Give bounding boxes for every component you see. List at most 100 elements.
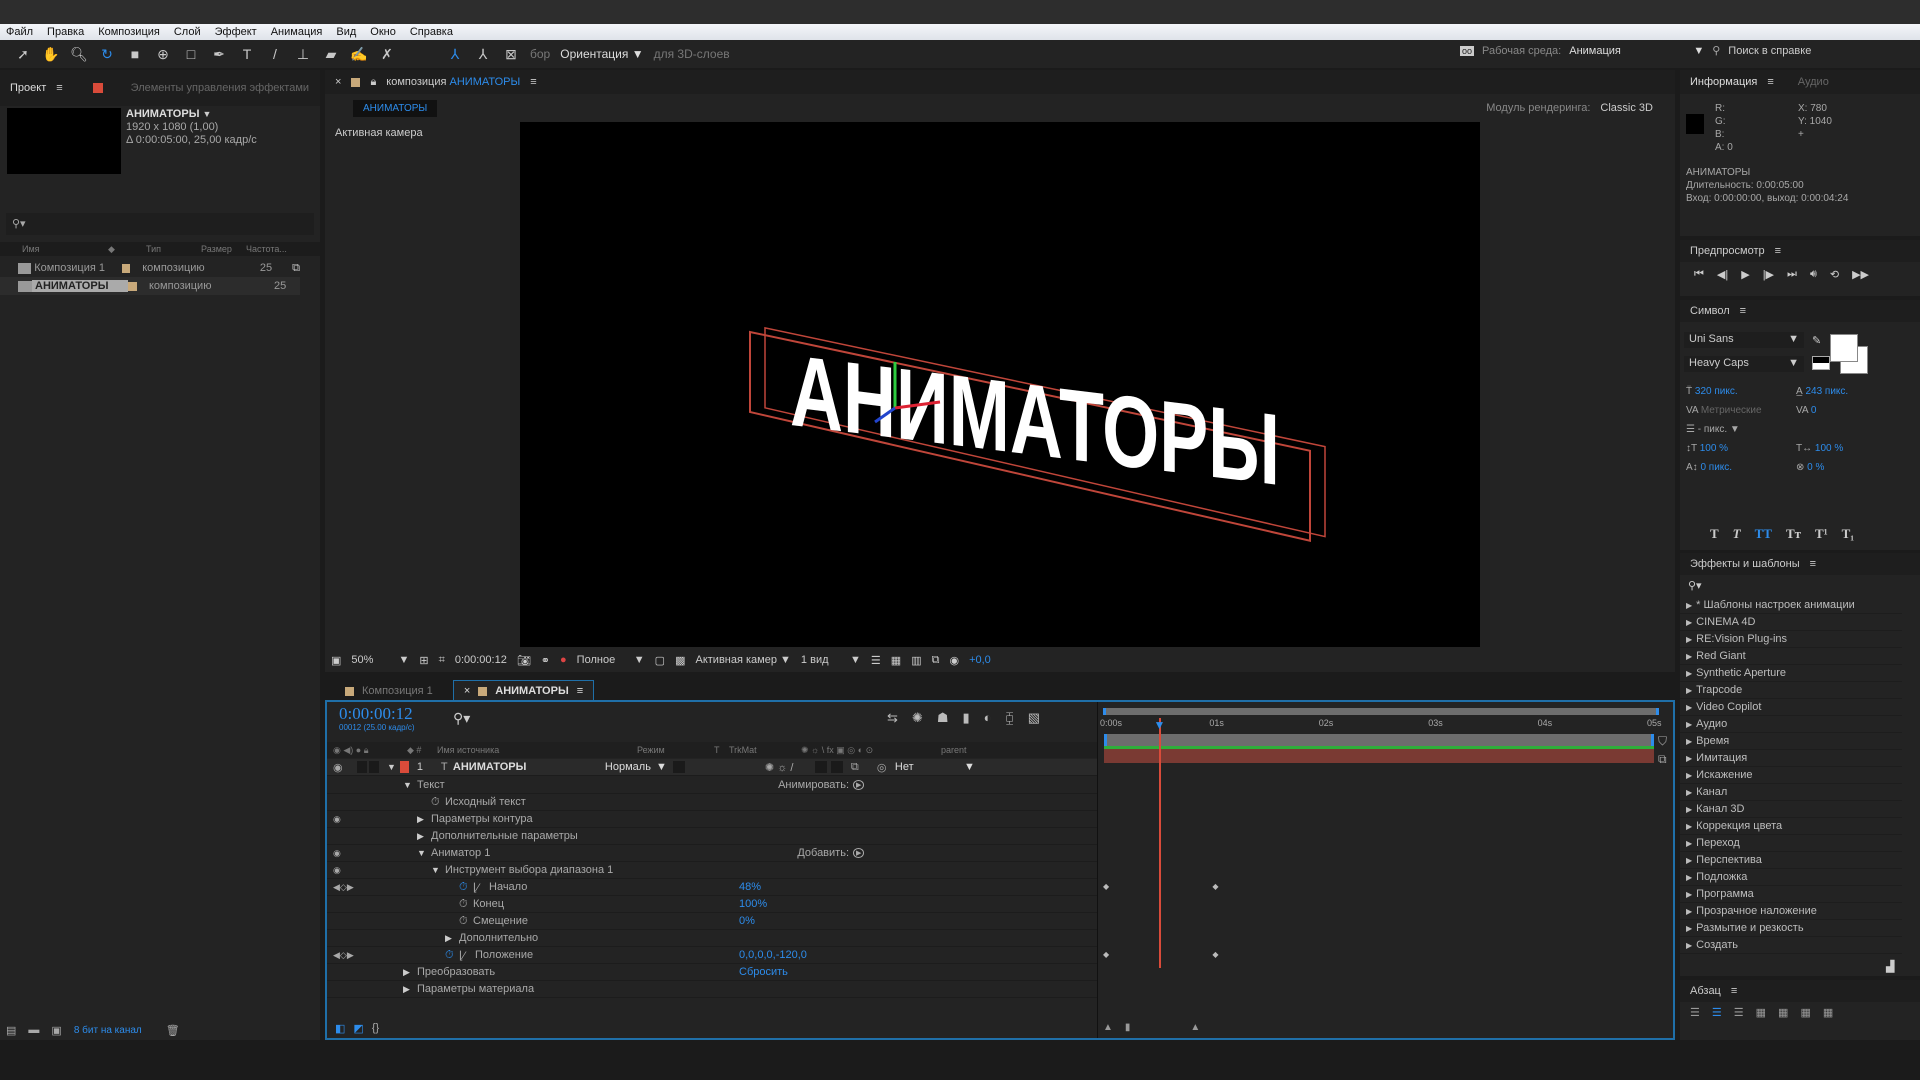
project-search[interactable]: ⚲▾: [6, 213, 314, 235]
views-dropdown[interactable]: 1 вид ▼: [801, 654, 861, 666]
menu-animation[interactable]: Анимация: [271, 26, 323, 38]
trash-icon[interactable]: 🗑︎: [166, 1024, 180, 1037]
property-row[interactable]: ⏱ Смещение 0%: [327, 913, 1097, 930]
exposure-value[interactable]: +0,0: [969, 654, 991, 666]
effects-category[interactable]: ▶ Коррекция цвета: [1680, 818, 1902, 835]
shape-tool-icon[interactable]: □: [182, 45, 200, 63]
mask-icon[interactable]: ⌗: [439, 654, 445, 667]
effects-category[interactable]: ▶ CINEMA 4D: [1680, 614, 1902, 631]
panel-menu-icon[interactable]: ≡: [56, 82, 62, 94]
effects-category[interactable]: ▶ Video Copilot: [1680, 699, 1902, 716]
twirl-right-icon[interactable]: ▶: [1686, 907, 1692, 916]
frame-blending-icon[interactable]: ▮: [962, 710, 969, 726]
timeline-icon[interactable]: ▥: [911, 654, 921, 667]
adjustment-switch[interactable]: [830, 761, 843, 773]
tracking-field[interactable]: VA 0: [1796, 405, 1906, 416]
loop-icon[interactable]: ⟲: [1830, 268, 1839, 281]
view-axis-icon[interactable]: ⊠: [502, 45, 520, 63]
zoom-tool-icon[interactable]: 🔍︎: [70, 45, 88, 63]
workspace-dropdown[interactable]: Анимация ▼: [1569, 45, 1704, 57]
clone-stamp-tool-icon[interactable]: ⊥: [294, 45, 312, 63]
safe-zones-icon[interactable]: ⊞: [419, 654, 428, 667]
vertical-scale-field[interactable]: ↕T 100 %: [1686, 443, 1796, 454]
text-tool-icon[interactable]: T: [238, 45, 256, 63]
interpret-footage-icon[interactable]: ▤: [6, 1024, 16, 1037]
layer-duration-bar[interactable]: [1104, 749, 1654, 763]
twirl-right-icon[interactable]: ▶: [1686, 618, 1692, 627]
project-item[interactable]: АНИМАТОРЫ композицию 25: [0, 277, 300, 295]
align-center-icon[interactable]: ☰: [1712, 1006, 1722, 1019]
last-frame-icon[interactable]: ⏭: [1787, 268, 1797, 281]
twirl-right-icon[interactable]: ▶: [1686, 873, 1692, 882]
property-value[interactable]: 100%: [739, 898, 859, 910]
twirl-right-icon[interactable]: ▶: [1686, 754, 1692, 763]
baseline-shift-field[interactable]: A↕ 0 пикс.: [1686, 462, 1796, 473]
property-row[interactable]: ▶ Преобразовать Сбросить: [327, 964, 1097, 981]
time-display[interactable]: 0:00:00:12 00012 (25.00 кадр/с): [339, 705, 415, 734]
layer-switch-icon[interactable]: ⧉: [1658, 752, 1667, 767]
playhead-handle-icon[interactable]: ▼: [1154, 718, 1166, 732]
zoom-slider-handle[interactable]: ▮: [1125, 1022, 1131, 1033]
draft-3d-icon[interactable]: ✺: [912, 710, 923, 726]
first-frame-icon[interactable]: ⏮: [1694, 268, 1704, 281]
chevron-down-icon[interactable]: ▼: [203, 109, 212, 119]
3d-layer-switch[interactable]: ⧉: [851, 761, 877, 774]
time-ruler[interactable]: 0:00s 01s 02s 03s 04s 05s: [1098, 716, 1674, 736]
all-caps-icon[interactable]: TT: [1755, 526, 1772, 542]
effects-category[interactable]: ▶ Канал: [1680, 784, 1902, 801]
play-icon[interactable]: ▶: [1741, 268, 1749, 281]
new-preset-icon[interactable]: ▟: [1886, 960, 1894, 973]
trkmat-box[interactable]: [672, 761, 685, 773]
parent-dropdown[interactable]: Нет ▼: [895, 761, 975, 773]
effects-search[interactable]: ⚲▾: [1680, 575, 1920, 597]
tab-effects-presets[interactable]: Эффекты и шаблоны: [1690, 558, 1800, 570]
keyframe[interactable]: ◆: [1103, 882, 1109, 891]
motion-blur-switch[interactable]: [814, 761, 827, 773]
twirl-right-icon[interactable]: ▶: [403, 967, 417, 978]
effects-category[interactable]: ▶ Аудио: [1680, 716, 1902, 733]
roto-brush-tool-icon[interactable]: ✍: [350, 45, 368, 63]
panel-menu-icon[interactable]: ≡: [1740, 305, 1746, 317]
bit-depth-button[interactable]: 8 бит на канал: [74, 1025, 142, 1036]
property-row[interactable]: ▼ Текст Анимировать: ▶: [327, 777, 1097, 794]
visibility-icon[interactable]: ◉: [327, 848, 417, 859]
rotate-tool-icon[interactable]: ↻: [98, 45, 116, 63]
tab-composition-1[interactable]: Композиция 1: [325, 681, 453, 701]
stopwatch-icon[interactable]: ⏱: [459, 898, 473, 911]
justify-last-center-icon[interactable]: ▦: [1778, 1006, 1788, 1019]
effects-category[interactable]: ▶ Trapcode: [1680, 682, 1902, 699]
twirl-right-icon[interactable]: ▶: [1686, 771, 1692, 780]
render-icon[interactable]: ▦: [891, 654, 901, 667]
layer-row[interactable]: ◉ ▼ 1 T АНИМАТОРЫ Нормаль ▼ ✺ ☼ / ⧉ ◎ Нет…: [327, 759, 1097, 776]
effects-category[interactable]: ▶ Подложка: [1680, 869, 1902, 886]
twirl-down-icon[interactable]: ▼: [387, 762, 396, 772]
zoom-out-icon[interactable]: ▲: [1103, 1022, 1113, 1033]
menu-help[interactable]: Справка: [410, 26, 453, 38]
visibility-icon[interactable]: ◉: [327, 814, 417, 825]
stopwatch-icon[interactable]: ⏱: [431, 796, 445, 809]
twirl-right-icon[interactable]: ▶: [1686, 669, 1692, 678]
tab-project[interactable]: Проект: [10, 82, 46, 94]
property-value[interactable]: 48%: [739, 881, 859, 893]
exposure-icon[interactable]: ◉: [949, 654, 959, 667]
visibility-icon[interactable]: ◉: [327, 865, 431, 876]
property-row[interactable]: ▶ Параметры материала: [327, 981, 1097, 998]
pickwhip-icon[interactable]: ◎: [877, 761, 895, 774]
effects-category[interactable]: ▶ Переход: [1680, 835, 1902, 852]
eraser-tool-icon[interactable]: ▰: [322, 45, 340, 63]
fast-previews-icon[interactable]: ▢: [655, 654, 665, 667]
effects-category[interactable]: ▶ Размытие и резкость: [1680, 920, 1902, 937]
menu-view[interactable]: Вид: [336, 26, 356, 38]
mode-dropdown[interactable]: Нормаль ▼: [605, 761, 667, 773]
twirl-right-icon[interactable]: ▶: [1686, 890, 1692, 899]
tab-animatory[interactable]: × АНИМАТОРЫ ≡: [452, 680, 595, 701]
effects-category[interactable]: ▶ Synthetic Aperture: [1680, 665, 1902, 682]
effects-category[interactable]: ▶ * Шаблоны настроек анимации: [1680, 597, 1902, 614]
shy-layers-icon[interactable]: ☗: [937, 710, 949, 726]
twirl-right-icon[interactable]: ▶: [1686, 856, 1692, 865]
effects-category[interactable]: ▶ RE:Vision Plug-ins: [1680, 631, 1902, 648]
twirl-right-icon[interactable]: ▶: [1686, 652, 1692, 661]
pan-behind-tool-icon[interactable]: ⊕: [154, 45, 172, 63]
effects-category[interactable]: ▶ Время: [1680, 733, 1902, 750]
property-row[interactable]: ⏱ Исходный текст: [327, 794, 1097, 811]
